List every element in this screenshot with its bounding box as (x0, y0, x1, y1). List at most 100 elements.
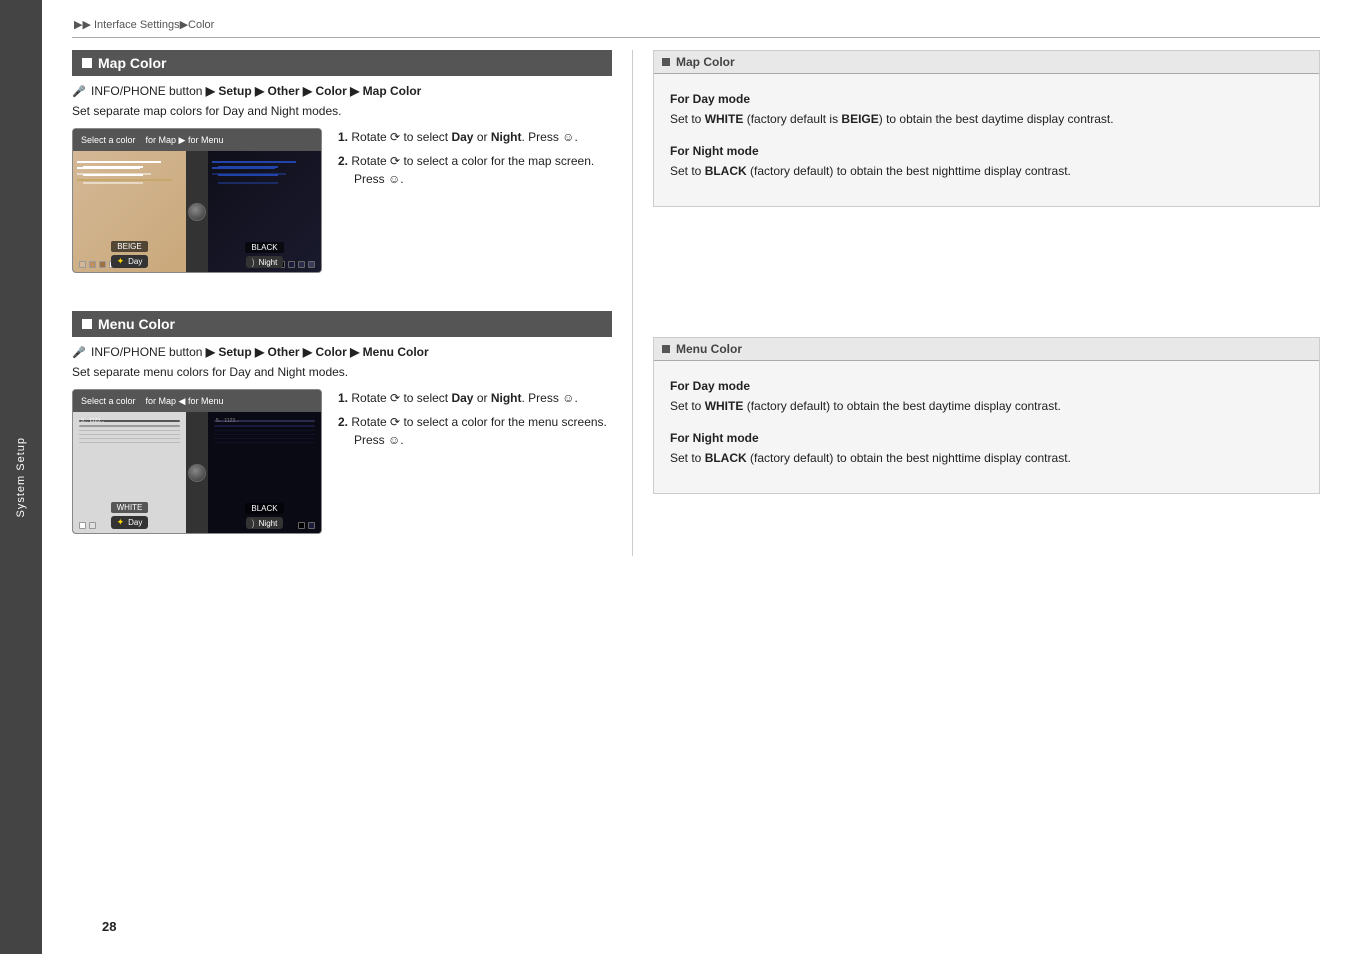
right-menu-color-inner: For Day mode Set to WHITE (factory defau… (654, 369, 1319, 493)
map-beige-bg (77, 157, 182, 252)
rotate-icon-2: ⟳ (390, 154, 400, 168)
path-text: INFO/PHONE button ▶ Setup ▶ Other ▶ Colo… (91, 84, 421, 98)
breadcrumb: ▶▶ Interface Settings▶Color (72, 18, 1320, 38)
sidebar: System Setup (0, 0, 42, 954)
breadcrumb-text: ▶▶ Interface Settings▶Color (74, 19, 214, 31)
ss-for-menu: for Map ◀ for Menu (146, 396, 224, 407)
black-label-2: BLACK (245, 503, 283, 514)
ss-left-map: BEIGE ✦ Day (73, 151, 186, 272)
page-number: 28 (102, 919, 116, 934)
right-map-color-inner: For Day mode Set to WHITE (factory defau… (654, 82, 1319, 206)
step-1: 1. Rotate ⟳ to select Day or Night. Pres… (338, 128, 612, 146)
moon-icon-2: ) (252, 518, 255, 528)
menu-color-title: Menu Color (98, 316, 175, 332)
sq2-1 (662, 58, 670, 66)
rotate-icon-4: ⟳ (390, 415, 400, 429)
map-color-title: Map Color (98, 55, 166, 71)
menu-color-content: Select a color for Map ◀ for Menu 3... 1… (72, 389, 612, 546)
right-map-color-header: Map Color (654, 51, 1319, 74)
menu-white-lines: 3... 1123... (73, 412, 186, 446)
white-label: WHITE (111, 502, 149, 513)
menu-day-mode: For Day mode Set to WHITE (factory defau… (666, 379, 1307, 415)
ss-divider (186, 151, 208, 272)
night-btn: ) Night (246, 256, 284, 268)
menu-day-text: Set to WHITE (factory default) to obtain… (670, 397, 1303, 415)
menu-step-2: 2. Rotate ⟳ to select a color for the me… (338, 413, 612, 449)
map-color-header: Map Color (72, 50, 612, 76)
map-color-path: 🎤 INFO/PHONE button ▶ Setup ▶ Other ▶ Co… (72, 84, 612, 98)
main-content: ▶▶ Interface Settings▶Color Map Color 🎤 … (42, 0, 1350, 954)
menu-night-title: For Night mode (670, 431, 1303, 445)
menu-night-mode: For Night mode Set to BLACK (factory def… (666, 431, 1307, 467)
ss-content-2: 3... 1123... WHITE (73, 412, 321, 533)
header-square (82, 58, 92, 68)
right-map-color: Map Color For Day mode Set to WHITE (fac… (653, 50, 1320, 207)
map-night-title: For Night mode (670, 144, 1303, 158)
press-icon-4: ☺ (388, 433, 400, 447)
press-icon-3: ☺ (562, 391, 574, 405)
menu-step-1: 1. Rotate ⟳ to select Day or Night. Pres… (338, 389, 612, 407)
map-color-steps: 1. Rotate ⟳ to select Day or Night. Pres… (338, 128, 612, 275)
col-right: Map Color For Day mode Set to WHITE (fac… (632, 50, 1320, 556)
menu-color-header: Menu Color (72, 311, 612, 337)
beige-label: BEIGE (111, 241, 147, 252)
rotate-icon-1: ⟳ (390, 130, 400, 144)
columns-layout: Map Color 🎤 INFO/PHONE button ▶ Setup ▶ … (72, 50, 1320, 556)
menu-color-section: Menu Color 🎤 INFO/PHONE button ▶ Setup ▶… (72, 311, 612, 546)
right-menu-color-header: Menu Color (654, 338, 1319, 361)
ss-select-label-2: Select a color (81, 396, 136, 406)
menu-path-text: INFO/PHONE button ▶ Setup ▶ Other ▶ Colo… (91, 345, 429, 359)
day-btn-menu: ✦ Day (111, 516, 149, 529)
moon-icon: ) (252, 257, 255, 267)
mic-icon-2: 🎤 (72, 346, 86, 359)
map-black-bg (212, 157, 317, 252)
map-night-mode: For Night mode Set to BLACK (factory def… (666, 144, 1307, 180)
menu-color-dots-right (298, 522, 315, 529)
ss-top-bar: Select a color for Map ▶ for Menu (73, 129, 321, 151)
menu-color-path: 🎤 INFO/PHONE button ▶ Setup ▶ Other ▶ Co… (72, 345, 612, 359)
star-icon: ✦ (117, 256, 125, 267)
mic-icon: 🎤 (72, 85, 86, 98)
map-day-text: Set to WHITE (factory default is BEIGE) … (670, 110, 1303, 128)
sidebar-label: System Setup (15, 437, 27, 517)
right-menu-color: Menu Color For Day mode Set to WHITE (fa… (653, 337, 1320, 494)
menu-color-screenshot: Select a color for Map ◀ for Menu 3... 1… (72, 389, 322, 534)
step-2: 2. Rotate ⟳ to select a color for the ma… (338, 152, 612, 188)
menu-color-steps: 1. Rotate ⟳ to select Day or Night. Pres… (338, 389, 612, 536)
ss-top-bar-2: Select a color for Map ◀ for Menu (73, 390, 321, 412)
ss-content: BEIGE ✦ Day (73, 151, 321, 272)
map-color-desc: Set separate map colors for Day and Nigh… (72, 104, 612, 118)
press-icon-2: ☺ (388, 172, 400, 186)
map-color-content: Select a color for Map ▶ for Menu (72, 128, 612, 285)
day-btn: ✦ Day (111, 255, 149, 268)
ss-select-label: Select a color (81, 135, 136, 145)
press-icon-1: ☺ (562, 130, 574, 144)
ss-knob (188, 203, 206, 221)
ss-right-map: BLACK ) Night (208, 151, 321, 272)
ss-divider-2 (186, 412, 208, 533)
rotate-icon-3: ⟳ (390, 391, 400, 405)
menu-night-text: Set to BLACK (factory default) to obtain… (670, 449, 1303, 467)
map-color-section: Map Color 🎤 INFO/PHONE button ▶ Setup ▶ … (72, 50, 612, 285)
color-dots-right (278, 261, 315, 268)
night-btn-menu: ) Night (246, 517, 284, 529)
menu-color-desc: Set separate menu colors for Day and Nig… (72, 365, 612, 379)
section-spacer (72, 295, 612, 311)
map-night-text: Set to BLACK (factory default) to obtain… (670, 162, 1303, 180)
sq2-2 (662, 345, 670, 353)
menu-day-title: For Day mode (670, 379, 1303, 393)
star-icon-2: ✦ (117, 517, 125, 528)
right-map-color-title: Map Color (676, 55, 735, 69)
map-day-mode: For Day mode Set to WHITE (factory defau… (666, 92, 1307, 128)
ss-knob-2 (188, 464, 206, 482)
right-menu-color-title: Menu Color (676, 342, 742, 356)
black-label: BLACK (245, 242, 283, 253)
menu-color-dots-left (79, 522, 96, 529)
ss-right-menu: 5... 1123... BLACK (208, 412, 321, 533)
menu-black-lines: 5... 1123... (208, 412, 321, 446)
map-day-title: For Day mode (670, 92, 1303, 106)
ss-left-menu: 3... 1123... WHITE (73, 412, 186, 533)
ss-for-map: for Map ▶ for Menu (146, 135, 224, 146)
col-left: Map Color 🎤 INFO/PHONE button ▶ Setup ▶ … (72, 50, 632, 556)
map-color-screenshot: Select a color for Map ▶ for Menu (72, 128, 322, 273)
